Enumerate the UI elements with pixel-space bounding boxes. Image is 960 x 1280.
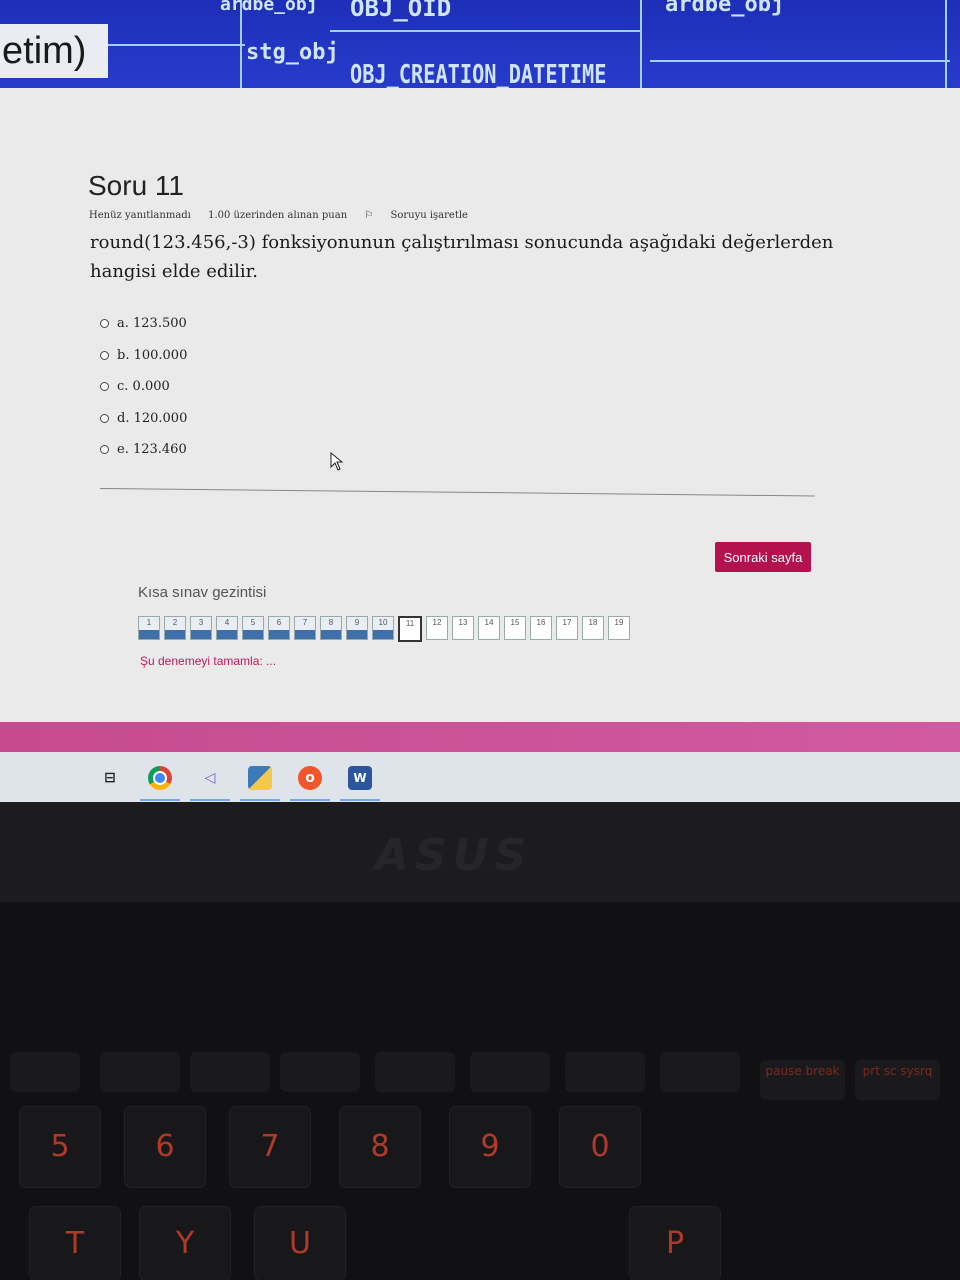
key-6: 6 [125,1107,205,1187]
quiz-nav-button[interactable]: 3 [190,616,212,640]
diagram-line [95,44,245,46]
answer-option-e[interactable]: e. 123.460 [100,434,187,466]
key-0: 0 [560,1107,640,1187]
visual-studio-icon[interactable]: ◁ [198,766,222,790]
finish-attempt-link[interactable]: Şu denemeyi tamamla: ... [140,654,276,668]
answer-option-c[interactable]: c. 0.000 [100,371,187,403]
divider [99,488,815,497]
question-meta: Henüz yanıtlanmadı 1.00 üzerinden alınan… [89,210,496,221]
quiz-navigation-title: Kısa sınav gezintisi [138,584,267,601]
active-app-indicator [340,799,380,801]
function-key [470,1052,550,1092]
function-key [375,1052,455,1092]
quiz-navigation-grid: 1 2 3 4 5 6 7 8 9 10 11 12 13 14 15 16 17 18 19 [138,616,630,642]
question-status: Henüz yanıtlanmadı [89,210,191,221]
word-icon[interactable]: W [348,766,372,790]
quiz-nav-button[interactable]: 16 [530,616,552,640]
key-7: 7 [230,1107,310,1187]
key-5: 5 [20,1107,100,1187]
quiz-nav-button[interactable]: 5 [242,616,264,640]
quiz-nav-button[interactable]: 11 [398,616,422,642]
brand-logo: ASUS [375,830,533,881]
python-icon[interactable] [248,766,272,790]
radio-button[interactable] [100,350,109,360]
key-8: 8 [340,1107,420,1187]
mouse-cursor-icon [330,452,344,471]
function-key [100,1052,180,1092]
opera-icon[interactable]: o [298,766,322,790]
option-label: b. 100.000 [117,347,188,363]
answer-option-b[interactable]: b. 100.000 [100,340,187,372]
radio-button[interactable] [100,382,109,392]
function-key [565,1052,645,1092]
diagram-label: ardbe_obj [665,0,785,17]
active-app-indicator [240,799,280,801]
quiz-nav-button[interactable]: 19 [608,616,630,640]
radio-button[interactable] [100,413,109,423]
quiz-nav-button[interactable]: 12 [426,616,448,640]
key-t: T [30,1207,120,1280]
option-label: d. 120.000 [117,410,188,426]
quiz-nav-button[interactable]: 4 [216,616,238,640]
diagram-label: ardbe_obj [220,0,318,15]
option-label: c. 0.000 [117,379,170,395]
function-key [10,1052,80,1092]
chrome-icon[interactable] [148,766,172,790]
quiz-nav-button[interactable]: 7 [294,616,316,640]
flag-question-link[interactable]: ⚐ Soruyu işaretle [364,210,482,221]
answer-options: a. 123.500 b. 100.000 c. 0.000 d. 120.00… [100,308,187,466]
diagram-line [650,60,950,62]
quiz-nav-button[interactable]: 9 [346,616,368,640]
pause-break-key: pause break [760,1060,845,1100]
option-label: e. 123.460 [117,442,187,458]
active-app-indicator [140,799,180,801]
question-title: Soru 11 [88,170,184,201]
radio-button[interactable] [100,445,109,455]
quiz-nav-button[interactable]: 1 [138,616,160,640]
diagram-line [330,30,640,32]
page-footer-band [0,722,960,752]
diagram-label: OBJ_CREATION_DATETIME [350,60,607,90]
answer-option-d[interactable]: d. 120.000 [100,403,187,435]
function-key [660,1052,740,1092]
active-app-indicator [190,799,230,801]
print-screen-key: prt sc sysrq [855,1060,940,1100]
question-points: 1.00 üzerinden alınan puan [208,210,348,221]
quiz-nav-button[interactable]: 2 [164,616,186,640]
key-p: P [630,1207,720,1280]
window-fragment-text: etim) [0,24,109,78]
flag-icon: ⚐ [364,210,374,221]
keyboard: pause break prt sc sysrq 5 6 7 8 9 0 T Y… [0,902,960,1280]
quiz-nav-button[interactable]: 8 [320,616,342,640]
key-y: Y [140,1207,230,1280]
quiz-nav-button[interactable]: 17 [556,616,578,640]
quiz-nav-button[interactable]: 15 [504,616,526,640]
radio-button[interactable] [100,319,109,329]
taskbar: ⊟ ◁ o W [0,752,960,802]
quiz-page: Soru 11 Henüz yanıtlanmadı 1.00 üzerinde… [0,88,960,723]
answer-option-a[interactable]: a. 123.500 [100,308,187,340]
quiz-nav-button[interactable]: 10 [372,616,394,640]
quiz-nav-button[interactable]: 13 [452,616,474,640]
active-app-indicator [290,799,330,801]
function-key [280,1052,360,1092]
quiz-nav-button[interactable]: 18 [582,616,604,640]
option-label: a. 123.500 [117,316,187,332]
diagram-label: OBJ_OID [350,0,452,22]
question-text: round(123.456,-3) fonksiyonunun çalıştır… [90,232,834,282]
quiz-nav-button[interactable]: 14 [478,616,500,640]
function-key [190,1052,270,1092]
diagram-label: stg_obj [246,40,339,65]
key-u: U [255,1207,345,1280]
quiz-nav-button[interactable]: 6 [268,616,290,640]
task-view-icon[interactable]: ⊟ [98,766,122,790]
next-page-button[interactable]: Sonraki sayfa [715,542,811,572]
key-9: 9 [450,1107,530,1187]
